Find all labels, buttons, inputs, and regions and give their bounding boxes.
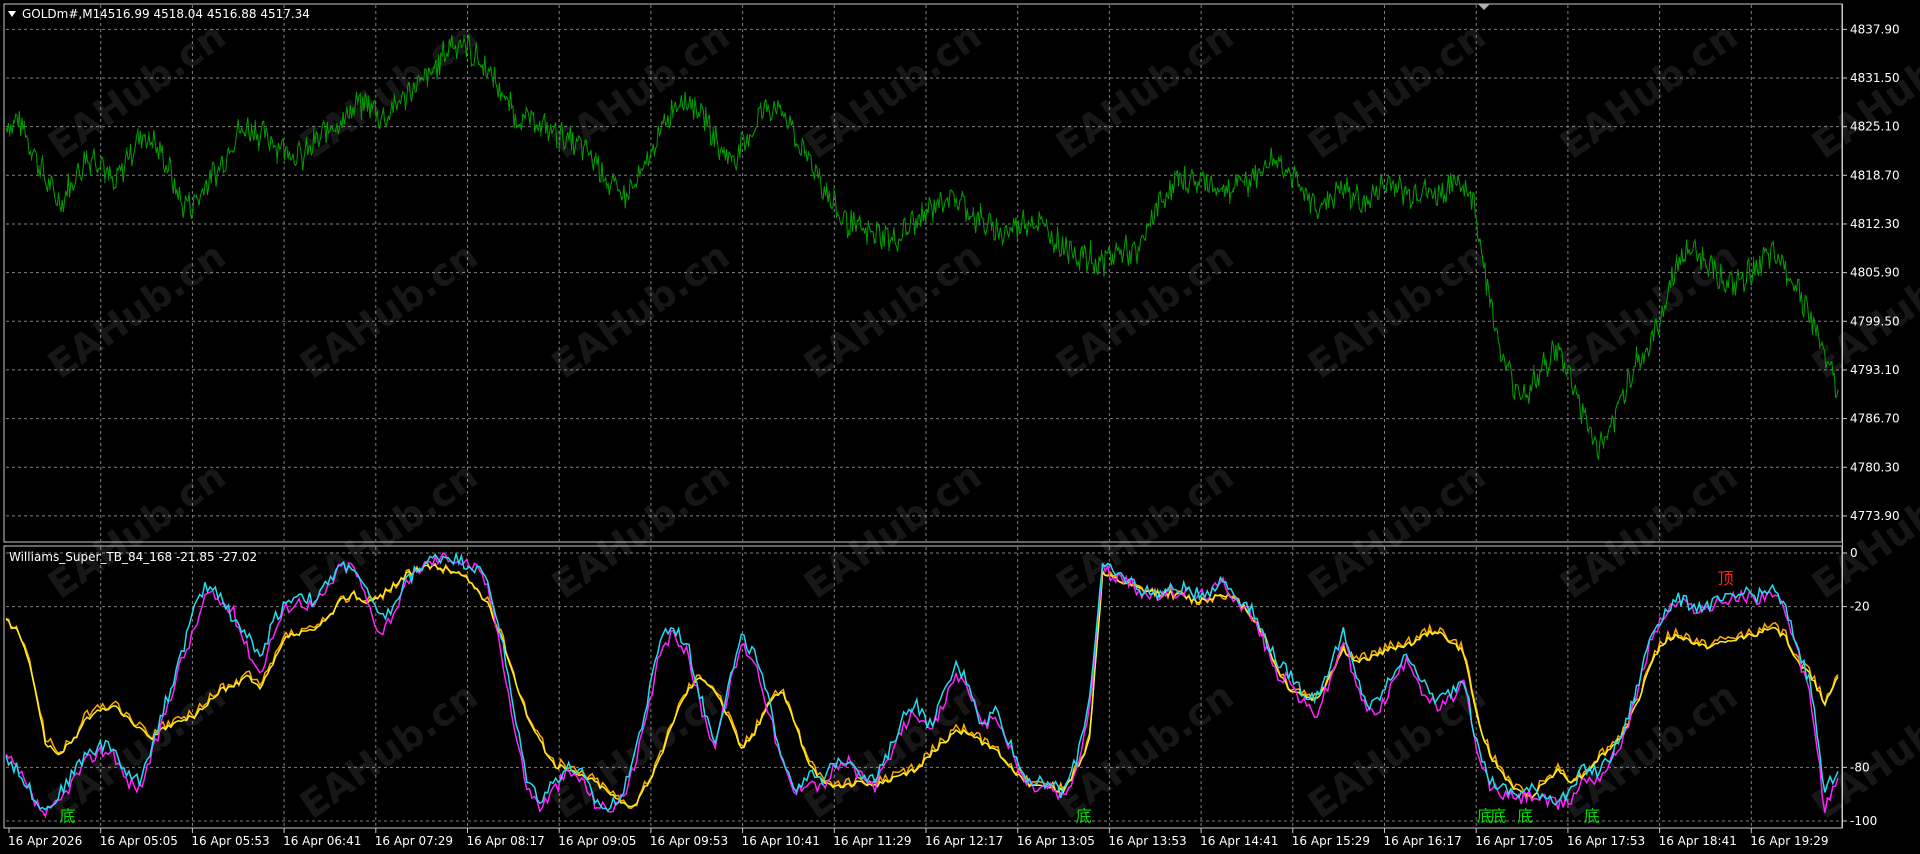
price-axis-divider	[1842, 4, 1843, 828]
price-chart-canvas[interactable]: EAHub.cn EAHub.cn EAHub.cn EAHub.cn EAHub.cn…	[0, 0, 1920, 854]
bottom-signal-label: 底	[1490, 807, 1506, 826]
indicator-tick-label: -80	[1850, 760, 1870, 774]
x-tick-label: 16 Apr 17:53	[1567, 834, 1645, 848]
indicator-tick-label: 0	[1850, 546, 1858, 560]
x-tick-label: 16 Apr 07:29	[375, 834, 453, 848]
x-tick-label: 16 Apr 05:53	[191, 834, 269, 848]
bottom-signal-label: 底	[59, 807, 75, 826]
x-tick-label: 16 Apr 11:29	[833, 834, 911, 848]
price-tick-label: 4773.90	[1850, 509, 1900, 523]
symbol-label: GOLDm#,M1	[22, 7, 100, 21]
price-tick-label: 4812.30	[1850, 217, 1900, 231]
x-tick-label: 16 Apr 2026	[8, 834, 82, 848]
x-tick-label: 16 Apr 13:53	[1108, 834, 1186, 848]
x-tick-label: 16 Apr 09:53	[650, 834, 728, 848]
price-tick-label: 4837.90	[1850, 22, 1900, 36]
x-tick-label: 16 Apr 08:17	[467, 834, 545, 848]
x-tick-label: 16 Apr 06:41	[283, 834, 361, 848]
x-tick-label: 16 Apr 17:05	[1475, 834, 1553, 848]
x-tick-label: 16 Apr 13:05	[1017, 834, 1095, 848]
x-tick-label: 16 Apr 09:05	[558, 834, 636, 848]
price-tick-label: 4799.50	[1850, 314, 1900, 328]
x-tick-label: 16 Apr 14:41	[1200, 834, 1278, 848]
x-tick-label: 16 Apr 18:41	[1659, 834, 1737, 848]
x-tick-label: 16 Apr 15:29	[1292, 834, 1370, 848]
price-tick-label: 4818.70	[1850, 168, 1900, 182]
x-tick-label: 16 Apr 16:17	[1384, 834, 1462, 848]
top-signal-label: 顶	[1718, 569, 1734, 588]
price-tick-label: 4831.50	[1850, 71, 1900, 85]
price-tick-label: 4780.30	[1850, 460, 1900, 474]
bottom-signal-label: 底	[1517, 807, 1533, 826]
indicator-label: Williams_Super_TB_84_168 -21.85 -27.02	[9, 550, 257, 564]
price-tick-label: 4805.90	[1850, 266, 1900, 280]
x-tick-label: 16 Apr 10:41	[742, 834, 820, 848]
indicator-tick-label: -100	[1850, 814, 1877, 828]
bottom-signal-label: 底	[1076, 807, 1092, 826]
ohlc-label: 4516.99 4518.04 4516.88 4517.34	[100, 7, 310, 21]
price-tick-label: 4793.10	[1850, 363, 1900, 377]
bottom-signal-label: 底	[1584, 807, 1600, 826]
x-tick-label: 16 Apr 05:05	[100, 834, 178, 848]
indicator-tick-label: -20	[1850, 600, 1870, 614]
x-tick-label: 16 Apr 19:29	[1750, 834, 1828, 848]
price-tick-label: 4786.70	[1850, 412, 1900, 426]
price-tick-label: 4825.10	[1850, 120, 1900, 134]
x-tick-label: 16 Apr 12:17	[925, 834, 1003, 848]
